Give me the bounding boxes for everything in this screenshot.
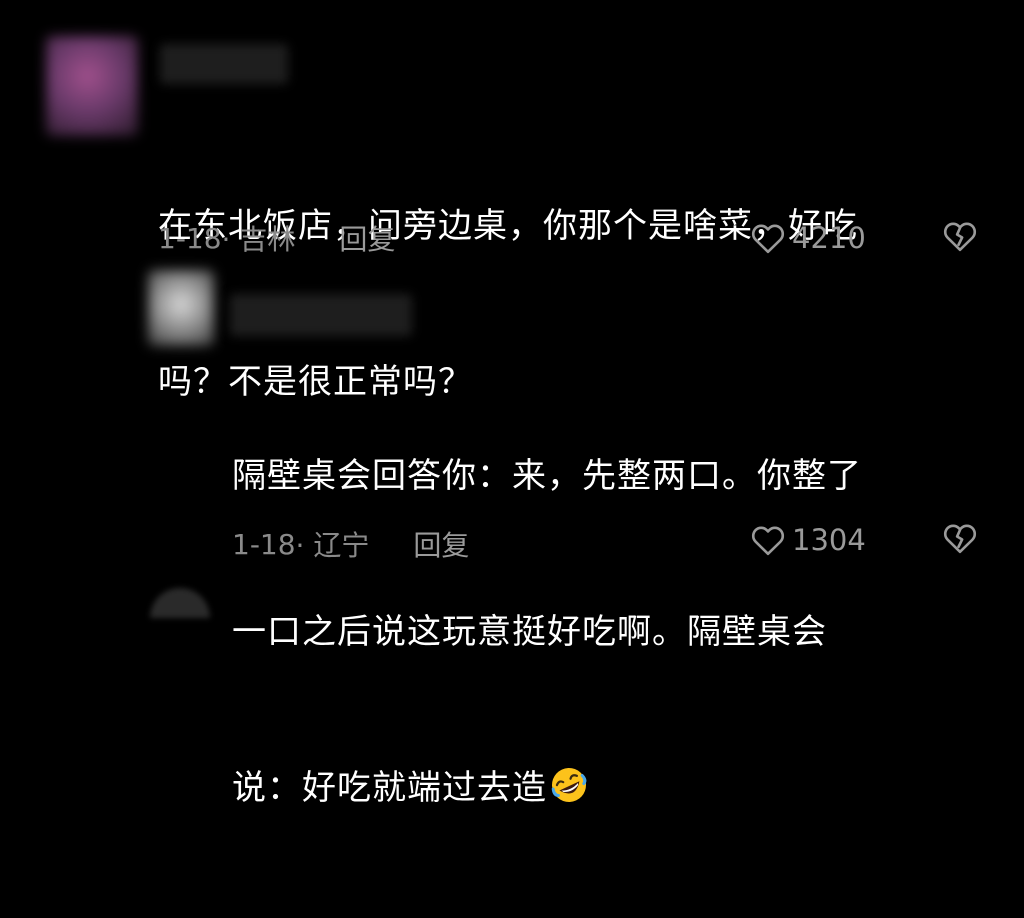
comment-text-line: 一口之后说这玩意挺好吃啊。隔壁桌会 [232, 612, 827, 652]
avatar[interactable] [46, 36, 138, 136]
like-button[interactable]: 4210 [750, 218, 866, 258]
rolling-laughing-emoji-icon [549, 765, 589, 805]
like-count: 4210 [792, 221, 866, 255]
next-comment-avatar[interactable] [150, 588, 210, 618]
like-count: 1304 [792, 523, 866, 557]
username[interactable] [160, 44, 288, 84]
comment-text: 隔壁桌会回答你：来，先整两口。你整了 一口之后说这玩意挺好吃啊。隔壁桌会 说：好… [232, 346, 992, 918]
reply-button[interactable]: 回复 [339, 218, 395, 258]
broken-heart-icon [943, 524, 977, 554]
comment-meta: 1-18 · 吉林 回复 [158, 218, 395, 258]
like-button[interactable]: 1304 [750, 520, 866, 560]
heart-icon [751, 526, 785, 556]
broken-heart-icon [943, 222, 977, 252]
dislike-button[interactable] [942, 522, 978, 558]
comment-meta: 1-18 · 辽宁 回复 [232, 524, 469, 564]
comment-text-line: 隔壁桌会回答你：来，先整两口。你整了 [232, 456, 862, 496]
comment-text-segment: 说：好吃就端过去造 [232, 768, 547, 808]
dislike-button[interactable] [942, 220, 978, 256]
comment-location: · 吉林 [221, 223, 296, 256]
reply-button[interactable]: 回复 [413, 524, 469, 564]
heart-icon [751, 224, 785, 254]
comment-location: · 辽宁 [295, 529, 370, 562]
comment-text-line: 说：好吃就端过去造 [232, 762, 992, 814]
username[interactable] [230, 294, 412, 336]
comment-date: 1-18 [232, 527, 296, 561]
avatar[interactable] [148, 270, 214, 346]
comment-date: 1-18 [158, 221, 222, 255]
